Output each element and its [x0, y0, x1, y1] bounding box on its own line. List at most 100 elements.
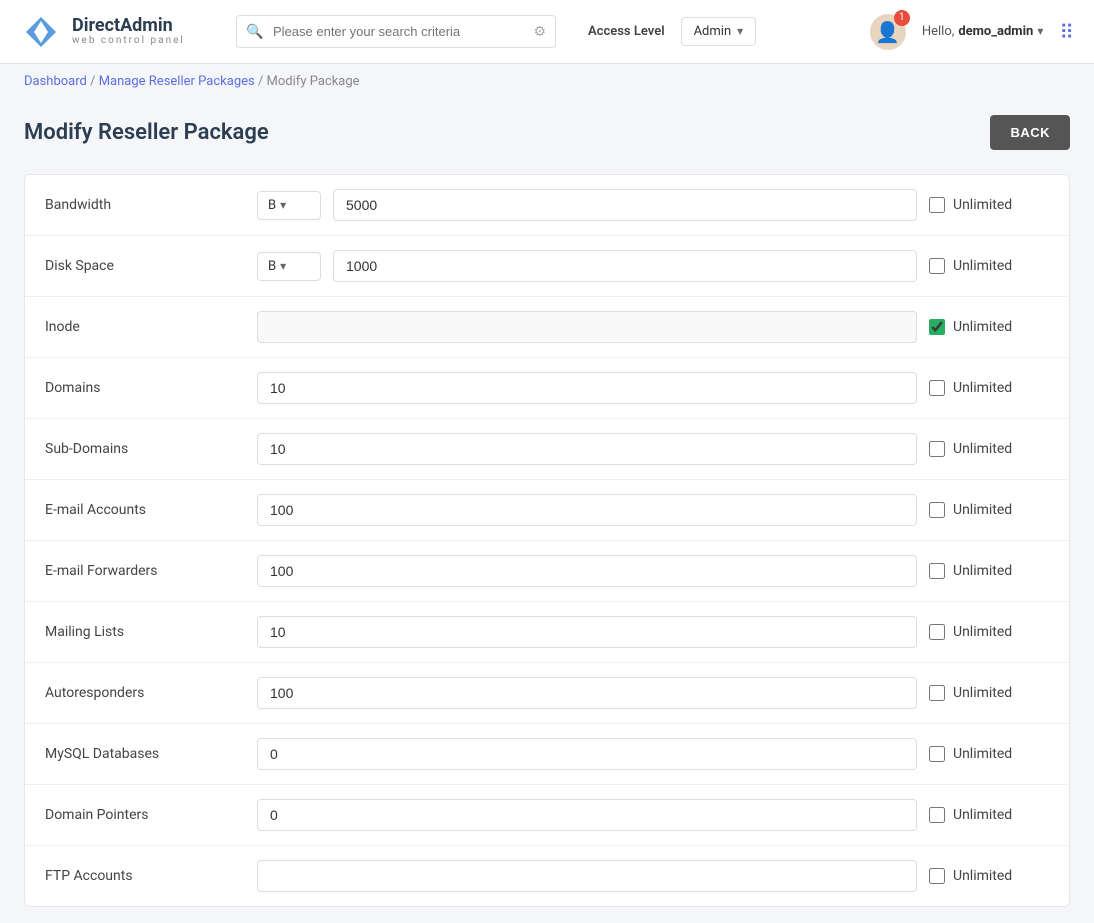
form-container: BandwidthBUnlimitedDisk SpaceBUnlimitedI…: [24, 174, 1070, 907]
form-row: Mailing Lists Unlimited: [25, 602, 1069, 663]
user-menu[interactable]: Hello, demo_admin: [922, 24, 1044, 39]
unlimited-checkbox-mysql_databases[interactable]: [929, 746, 945, 762]
unit-select-disk_space[interactable]: B: [257, 252, 321, 281]
field-input-inode[interactable]: [257, 311, 917, 343]
unlimited-checkbox-email_forwarders[interactable]: [929, 563, 945, 579]
grid-icon[interactable]: ⠿: [1059, 20, 1074, 44]
form-row: FTP Accounts Unlimited: [25, 846, 1069, 906]
unlimited-checkbox-disk_space[interactable]: [929, 258, 945, 274]
breadcrumb-manage[interactable]: Manage Reseller Packages: [99, 74, 255, 89]
unlimited-wrap-mysql_databases: Unlimited: [929, 746, 1049, 762]
unlimited-wrap-sub_domains: Unlimited: [929, 441, 1049, 457]
unlimited-label-mailing_lists: Unlimited: [953, 624, 1012, 640]
unlimited-wrap-domain_pointers: Unlimited: [929, 807, 1049, 823]
field-input-bandwidth[interactable]: [333, 189, 917, 221]
field-label-mailing_lists: Mailing Lists: [45, 624, 245, 640]
unlimited-label-disk_space: Unlimited: [953, 258, 1012, 274]
chevron-down-icon: [737, 24, 743, 39]
unlimited-wrap-ftp_accounts: Unlimited: [929, 868, 1049, 884]
unlimited-wrap-mailing_lists: Unlimited: [929, 624, 1049, 640]
field-input-mysql_databases[interactable]: [257, 738, 917, 770]
page-title: Modify Reseller Package: [24, 120, 269, 145]
field-input-domain_pointers[interactable]: [257, 799, 917, 831]
field-input-ftp_accounts[interactable]: [257, 860, 917, 892]
field-label-bandwidth: Bandwidth: [45, 197, 245, 213]
gear-icon[interactable]: ⚙: [533, 24, 546, 40]
page-header: Modify Reseller Package BACK: [24, 115, 1070, 150]
breadcrumb-dashboard[interactable]: Dashboard: [24, 74, 87, 89]
unlimited-wrap-inode: Unlimited: [929, 319, 1049, 335]
field-input-disk_space[interactable]: [333, 250, 917, 282]
unlimited-wrap-disk_space: Unlimited: [929, 258, 1049, 274]
unit-chevron-icon: [280, 259, 286, 274]
main-content: Modify Reseller Package BACK Bandwidth B U…: [0, 99, 1094, 923]
form-row: MySQL Databases Unlimited: [25, 724, 1069, 785]
field-label-domains: Domains: [45, 380, 245, 396]
form-row: E-mail Accounts Unlimited: [25, 480, 1069, 541]
hello-prefix: Hello,: [922, 24, 954, 39]
unlimited-label-email_accounts: Unlimited: [953, 502, 1012, 518]
form-row: Bandwidth B Unlimited: [25, 175, 1069, 236]
field-input-sub_domains[interactable]: [257, 433, 917, 465]
unlimited-wrap-email_accounts: Unlimited: [929, 502, 1049, 518]
field-input-domains[interactable]: [257, 372, 917, 404]
logo-text: DirectAdmin web control panel: [72, 17, 185, 46]
admin-dropdown[interactable]: Admin: [681, 17, 757, 46]
search-icon: 🔍: [246, 24, 263, 40]
unlimited-label-inode: Unlimited: [953, 319, 1012, 335]
unlimited-checkbox-bandwidth[interactable]: [929, 197, 945, 213]
notification-badge: 1: [894, 10, 910, 26]
unlimited-checkbox-autoresponders[interactable]: [929, 685, 945, 701]
unit-select-bandwidth[interactable]: B: [257, 191, 321, 220]
unlimited-wrap-email_forwarders: Unlimited: [929, 563, 1049, 579]
search-input[interactable]: [236, 15, 556, 48]
unlimited-checkbox-domains[interactable]: [929, 380, 945, 396]
unlimited-label-ftp_accounts: Unlimited: [953, 868, 1012, 884]
back-button[interactable]: BACK: [990, 115, 1070, 150]
logo-subtitle: web control panel: [72, 35, 185, 46]
unlimited-wrap-bandwidth: Unlimited: [929, 197, 1049, 213]
unlimited-checkbox-ftp_accounts[interactable]: [929, 868, 945, 884]
unlimited-label-bandwidth: Unlimited: [953, 197, 1012, 213]
unlimited-checkbox-sub_domains[interactable]: [929, 441, 945, 457]
field-input-autoresponders[interactable]: [257, 677, 917, 709]
field-label-disk_space: Disk Space: [45, 258, 245, 274]
field-label-ftp_accounts: FTP Accounts: [45, 868, 245, 884]
search-bar: 🔍 ⚙: [236, 15, 556, 48]
logo-area: DirectAdmin web control panel: [20, 11, 220, 53]
user-chevron-icon: [1037, 24, 1043, 39]
unlimited-label-domains: Unlimited: [953, 380, 1012, 396]
avatar-wrap[interactable]: 👤 1: [870, 14, 906, 50]
unlimited-checkbox-inode[interactable]: [929, 319, 945, 335]
unlimited-checkbox-email_accounts[interactable]: [929, 502, 945, 518]
field-label-mysql_databases: MySQL Databases: [45, 746, 245, 762]
header: DirectAdmin web control panel 🔍 ⚙ Access…: [0, 0, 1094, 64]
form-row: Domains Unlimited: [25, 358, 1069, 419]
unlimited-label-sub_domains: Unlimited: [953, 441, 1012, 457]
field-label-email_accounts: E-mail Accounts: [45, 502, 245, 518]
logo-title: DirectAdmin: [72, 17, 185, 35]
form-row: E-mail ForwardersUnlimited: [25, 541, 1069, 602]
unlimited-wrap-autoresponders: Unlimited: [929, 685, 1049, 701]
unlimited-checkbox-mailing_lists[interactable]: [929, 624, 945, 640]
unit-label: B: [268, 259, 276, 274]
breadcrumb: Dashboard / Manage Reseller Packages / M…: [0, 64, 1094, 99]
unlimited-label-mysql_databases: Unlimited: [953, 746, 1012, 762]
field-input-email_accounts[interactable]: [257, 494, 917, 526]
field-input-mailing_lists[interactable]: [257, 616, 917, 648]
unit-chevron-icon: [280, 198, 286, 213]
hello-username: demo_admin: [958, 24, 1033, 39]
field-label-domain_pointers: Domain Pointers: [45, 807, 245, 823]
unlimited-wrap-domains: Unlimited: [929, 380, 1049, 396]
field-input-email_forwarders[interactable]: [257, 555, 917, 587]
breadcrumb-sep1: /: [90, 74, 99, 89]
form-row: Domain Pointers Unlimited: [25, 785, 1069, 846]
unlimited-checkbox-domain_pointers[interactable]: [929, 807, 945, 823]
header-right: 👤 1 Hello, demo_admin ⠿: [870, 14, 1074, 50]
unlimited-label-domain_pointers: Unlimited: [953, 807, 1012, 823]
breadcrumb-current: Modify Package: [267, 74, 360, 89]
unlimited-label-email_forwarders: Unlimited: [953, 563, 1012, 579]
form-row: Autoresponders Unlimited: [25, 663, 1069, 724]
field-label-sub_domains: Sub-Domains: [45, 441, 245, 457]
field-label-autoresponders: Autoresponders: [45, 685, 245, 701]
